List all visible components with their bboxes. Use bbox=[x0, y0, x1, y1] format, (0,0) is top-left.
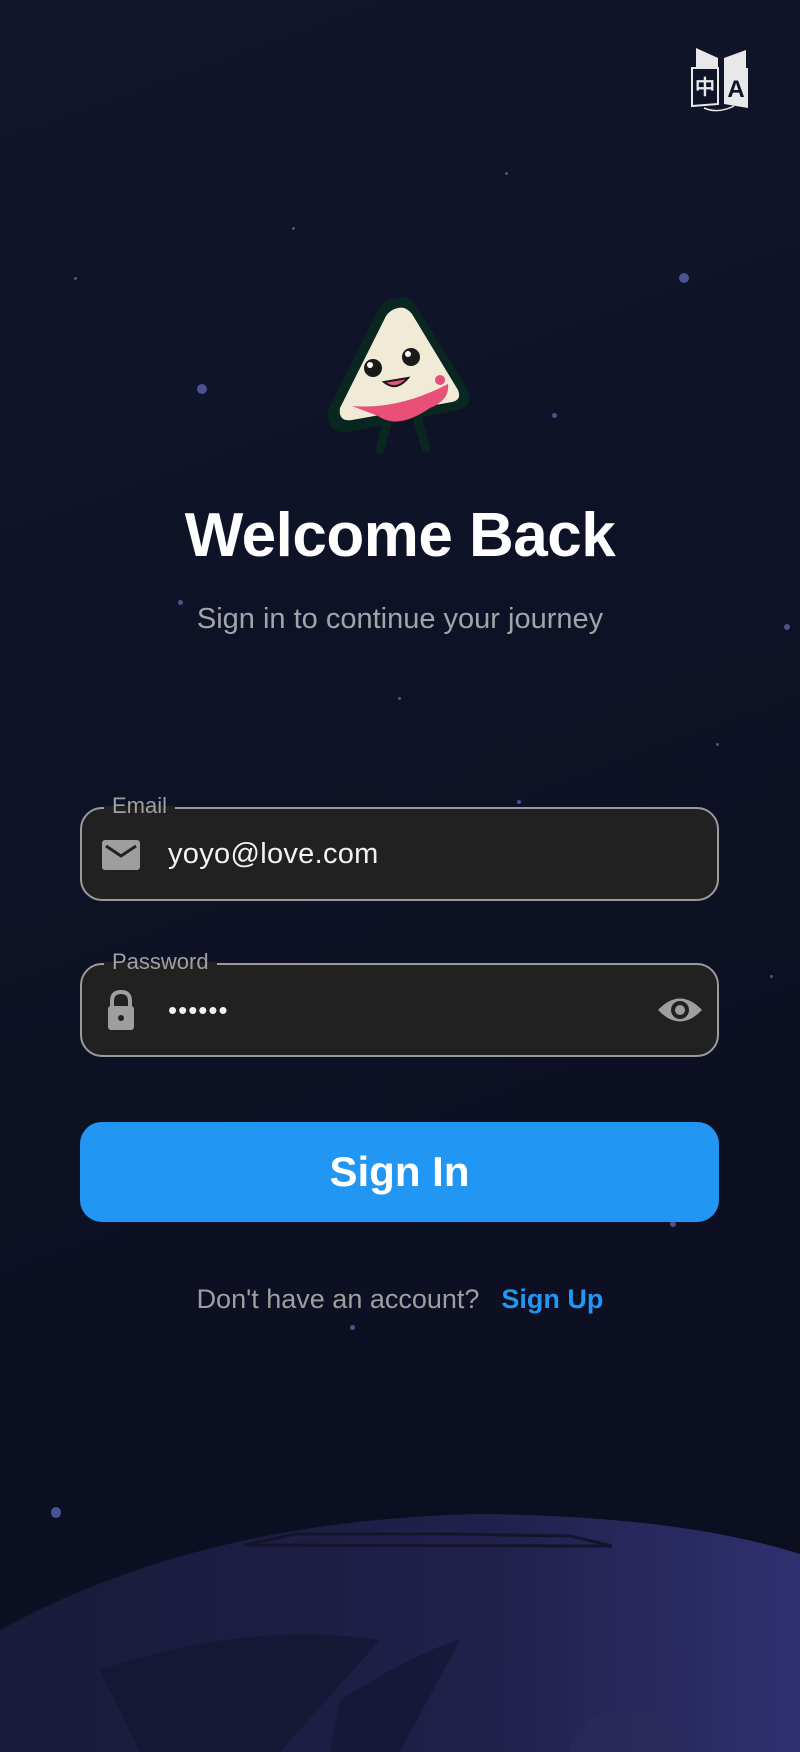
star bbox=[552, 413, 557, 418]
star bbox=[716, 743, 719, 746]
page-subtitle: Sign in to continue your journey bbox=[196, 603, 604, 635]
svg-text:中: 中 bbox=[695, 75, 715, 99]
translate-icon: 中 A bbox=[691, 48, 748, 112]
star bbox=[505, 172, 508, 175]
star bbox=[679, 273, 689, 283]
mascot-image bbox=[318, 290, 482, 455]
star bbox=[517, 800, 521, 804]
language-toggle-button[interactable]: 中 A bbox=[690, 46, 752, 112]
password-field[interactable]: Password •••••• bbox=[80, 948, 719, 1057]
sign-up-link[interactable]: Sign Up bbox=[501, 1284, 603, 1314]
star bbox=[292, 227, 295, 230]
star bbox=[398, 697, 401, 700]
email-input[interactable]: yoyo@love.com bbox=[168, 809, 379, 899]
svg-text:A: A bbox=[727, 76, 744, 103]
sign-in-button[interactable]: Sign In bbox=[80, 1122, 719, 1222]
email-field[interactable]: Email yoyo@love.com bbox=[80, 792, 719, 901]
page-title: Welcome Back bbox=[184, 501, 616, 570]
signup-question: Don't have an account? bbox=[196, 1284, 480, 1314]
mail-icon bbox=[102, 840, 140, 870]
eye-icon[interactable] bbox=[657, 989, 703, 1031]
star bbox=[770, 975, 773, 978]
star bbox=[197, 384, 207, 394]
star bbox=[350, 1325, 355, 1330]
email-label: Email bbox=[104, 792, 176, 820]
planet-illustration bbox=[0, 1514, 800, 1752]
lock-icon bbox=[108, 989, 134, 1030]
signup-prompt: Don't have an account? Sign Up bbox=[0, 1284, 800, 1315]
star bbox=[74, 277, 77, 280]
password-input[interactable]: •••••• bbox=[168, 965, 229, 1055]
